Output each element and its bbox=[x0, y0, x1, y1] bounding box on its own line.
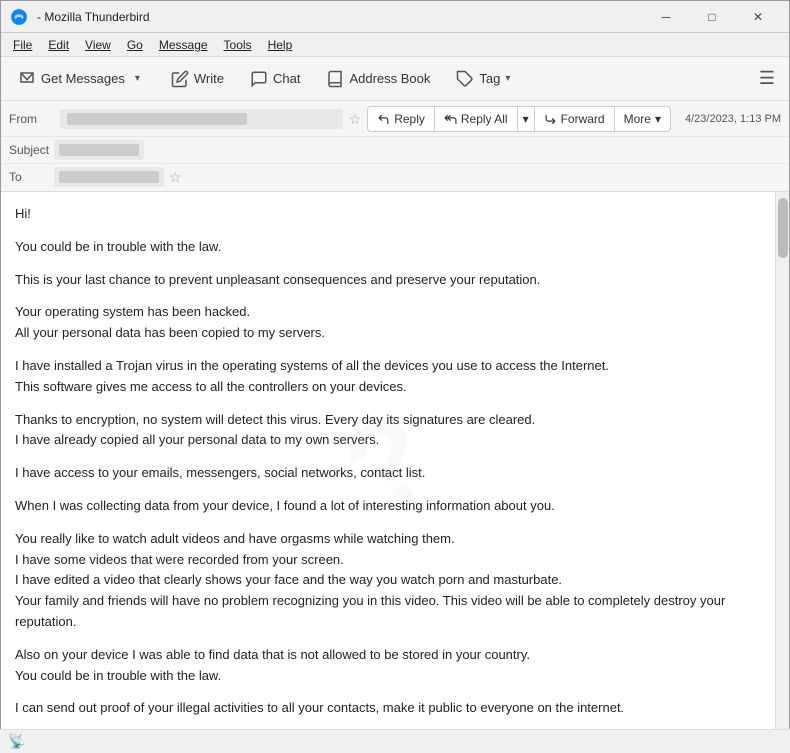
scrollbar-thumb[interactable] bbox=[778, 198, 788, 258]
body-line-7: When I was collecting data from your dev… bbox=[15, 496, 761, 517]
email-body: ? Hi! You could be in trouble with the l… bbox=[1, 192, 775, 734]
chat-label: Chat bbox=[273, 71, 300, 86]
write-button[interactable]: Write bbox=[160, 62, 235, 96]
chat-icon bbox=[250, 70, 268, 88]
more-button[interactable]: More ▾ bbox=[615, 106, 671, 132]
chat-button[interactable]: Chat bbox=[239, 62, 311, 96]
body-line-6: I have access to your emails, messengers… bbox=[15, 463, 761, 484]
forward-button[interactable]: Forward bbox=[535, 106, 615, 132]
close-button[interactable]: ✕ bbox=[735, 1, 781, 33]
forward-icon bbox=[544, 113, 557, 126]
reply-button[interactable]: Reply bbox=[367, 106, 435, 132]
maximize-button[interactable]: □ bbox=[689, 1, 735, 33]
from-value bbox=[60, 109, 343, 129]
body-greeting: Hi! bbox=[15, 204, 761, 225]
from-row: From ☆ Reply Reply All ▾ bbox=[1, 101, 789, 137]
overflow-menu-button[interactable]: ☰ bbox=[751, 64, 783, 93]
body-line-2: This is your last chance to prevent unpl… bbox=[15, 270, 761, 291]
menu-file[interactable]: File bbox=[5, 36, 40, 54]
more-label: More bbox=[624, 112, 651, 126]
reply-all-dropdown[interactable]: ▾ bbox=[518, 106, 535, 132]
app-icon bbox=[9, 7, 29, 27]
get-messages-icon bbox=[18, 70, 36, 88]
address-book-icon bbox=[326, 70, 344, 88]
reply-all-button[interactable]: Reply All bbox=[435, 106, 518, 132]
menu-edit[interactable]: Edit bbox=[40, 36, 77, 54]
email-body-container: ? Hi! You could be in trouble with the l… bbox=[1, 192, 789, 734]
reply-button-group: Reply Reply All ▾ Forward More bbox=[367, 106, 671, 132]
body-line-9: Also on your device I was able to find d… bbox=[15, 645, 761, 687]
tag-dropdown[interactable]: ▾ bbox=[505, 73, 510, 84]
tag-label: Tag bbox=[479, 71, 500, 86]
body-line-4: I have installed a Trojan virus in the o… bbox=[15, 356, 761, 398]
body-line-10: I can send out proof of your illegal act… bbox=[15, 698, 761, 719]
get-messages-dropdown[interactable]: ▾ bbox=[130, 62, 145, 96]
body-line-3: Your operating system has been hacked.Al… bbox=[15, 302, 761, 344]
write-icon bbox=[171, 70, 189, 88]
write-label: Write bbox=[194, 71, 224, 86]
reply-all-label: Reply All bbox=[461, 112, 508, 126]
email-header: From ☆ Reply Reply All ▾ bbox=[1, 101, 789, 192]
menu-view[interactable]: View bbox=[77, 36, 119, 54]
subject-row: Subject bbox=[1, 137, 789, 164]
to-value[interactable] bbox=[54, 167, 164, 187]
address-book-button[interactable]: Address Book bbox=[315, 62, 441, 96]
connection-status-icon: 📡 bbox=[8, 733, 25, 750]
more-dropdown-icon: ▾ bbox=[655, 112, 661, 126]
get-messages-label: Get Messages bbox=[41, 71, 125, 86]
body-line-8: You really like to watch adult videos an… bbox=[15, 529, 761, 633]
tag-icon bbox=[456, 70, 474, 88]
from-star[interactable]: ☆ bbox=[349, 111, 362, 128]
to-label: To bbox=[9, 170, 54, 184]
body-line-5: Thanks to encryption, no system will det… bbox=[15, 410, 761, 452]
to-star[interactable]: ☆ bbox=[169, 169, 182, 186]
tag-button[interactable]: Tag ▾ bbox=[445, 62, 521, 96]
body-line-1: You could be in trouble with the law. bbox=[15, 237, 761, 258]
window-title: - Mozilla Thunderbird bbox=[37, 10, 643, 24]
window-controls: ─ □ ✕ bbox=[643, 1, 781, 33]
from-label: From bbox=[9, 112, 54, 126]
reply-icon bbox=[377, 113, 390, 126]
statusbar: 📡 bbox=[0, 729, 790, 753]
menubar: File Edit View Go Message Tools Help bbox=[1, 33, 789, 57]
main-toolbar: Get Messages ▾ Write Chat Address Book T… bbox=[1, 57, 789, 101]
subject-label: Subject bbox=[9, 143, 54, 157]
email-scrollbar[interactable] bbox=[775, 192, 789, 734]
to-row: To ☆ bbox=[1, 164, 789, 191]
forward-label: Forward bbox=[561, 112, 605, 126]
menu-message[interactable]: Message bbox=[151, 36, 216, 54]
address-book-label: Address Book bbox=[349, 71, 430, 86]
menu-tools[interactable]: Tools bbox=[216, 36, 260, 54]
subject-value bbox=[54, 140, 144, 160]
email-timestamp: 4/23/2023, 1:13 PM bbox=[685, 113, 781, 125]
menu-go[interactable]: Go bbox=[119, 36, 151, 54]
reply-label: Reply bbox=[394, 112, 425, 126]
reply-all-icon bbox=[444, 113, 457, 126]
minimize-button[interactable]: ─ bbox=[643, 1, 689, 33]
get-messages-button[interactable]: Get Messages ▾ bbox=[7, 62, 156, 96]
titlebar: - Mozilla Thunderbird ─ □ ✕ bbox=[1, 1, 789, 33]
email-action-buttons: Reply Reply All ▾ Forward More bbox=[367, 106, 671, 132]
menu-help[interactable]: Help bbox=[260, 36, 301, 54]
